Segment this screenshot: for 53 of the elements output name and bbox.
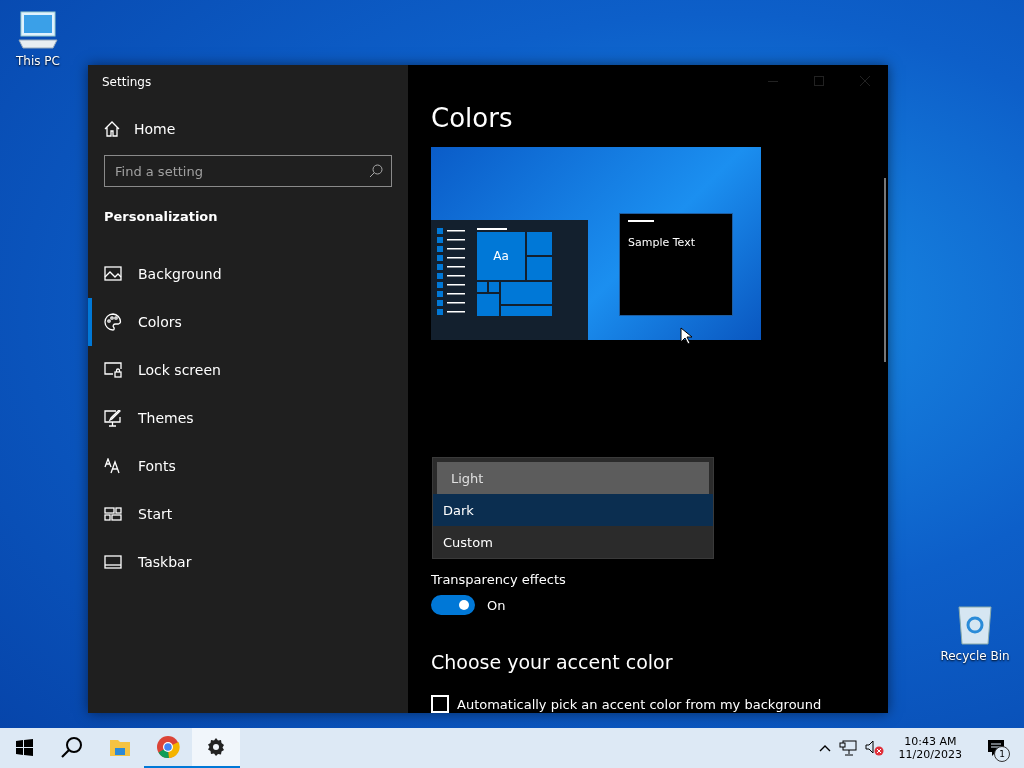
nav-item[interactable]: Lock screen xyxy=(88,346,408,394)
nav-item[interactable]: Background xyxy=(88,250,408,298)
maximize-icon xyxy=(814,76,824,86)
taskbar-icon xyxy=(104,555,122,569)
browser-icon xyxy=(156,735,180,759)
window-title: Settings xyxy=(102,75,153,91)
computer-icon xyxy=(17,10,59,50)
dropdown-option[interactable]: Custom xyxy=(433,526,713,558)
network-icon[interactable] xyxy=(838,740,857,756)
notification-button[interactable]: 1 xyxy=(976,728,1016,768)
home-icon xyxy=(104,121,120,137)
gear-icon xyxy=(206,737,226,757)
tiles-icon xyxy=(104,507,122,521)
palette-icon xyxy=(104,313,122,331)
tiles-drawing xyxy=(527,232,552,280)
chevron-up-icon[interactable] xyxy=(818,744,831,752)
toggle-state: On xyxy=(487,597,506,613)
dropdown-option[interactable]: Light xyxy=(437,462,709,494)
search-icon xyxy=(61,736,83,758)
close-icon xyxy=(860,76,870,86)
clock[interactable]: 10:43 AM 11/20/2023 xyxy=(892,735,968,761)
desktop-icon-label[interactable]: This PC xyxy=(16,54,60,68)
picture-icon xyxy=(104,266,122,282)
dropdown-option[interactable]: Dark xyxy=(433,494,713,526)
brush-icon xyxy=(104,409,122,427)
section-heading: Personalization xyxy=(104,209,219,224)
sample-text: Sample Text xyxy=(628,236,696,249)
lock-screen-icon xyxy=(104,362,122,378)
windows-logo-icon xyxy=(15,738,33,756)
scrollbar[interactable] xyxy=(884,178,886,362)
taskbar-app-button[interactable] xyxy=(192,728,240,768)
home-link[interactable]: Home xyxy=(88,107,408,151)
setting-label: Transparency effects xyxy=(431,572,567,587)
section-heading: Choose your accent color xyxy=(431,651,674,673)
search-field[interactable]: Find a setting xyxy=(104,155,392,187)
minimize-icon xyxy=(768,80,778,82)
checkbox[interactable] xyxy=(431,695,449,713)
nav-item[interactable]: Taskbar xyxy=(88,538,408,586)
nav-item[interactable]: Fonts xyxy=(88,442,408,490)
recycle-bin-icon xyxy=(956,603,994,645)
folder-icon xyxy=(109,737,131,757)
toggle-switch[interactable] xyxy=(431,595,475,615)
font-icon xyxy=(104,458,122,474)
preview-tile: Aa xyxy=(477,232,525,280)
desktop-icon-label[interactable]: Recycle Bin xyxy=(940,649,1010,663)
page-title: Colors xyxy=(431,103,514,133)
notification-count: 1 xyxy=(994,746,1010,762)
muted-speaker-icon[interactable] xyxy=(864,740,885,756)
nav-item[interactable]: Start xyxy=(88,490,408,538)
nav-item[interactable]: Themes xyxy=(88,394,408,442)
checkbox-label: Automatically pick an accent color from my background xyxy=(457,696,822,712)
search-icon xyxy=(369,164,383,178)
cursor-icon xyxy=(680,327,692,345)
